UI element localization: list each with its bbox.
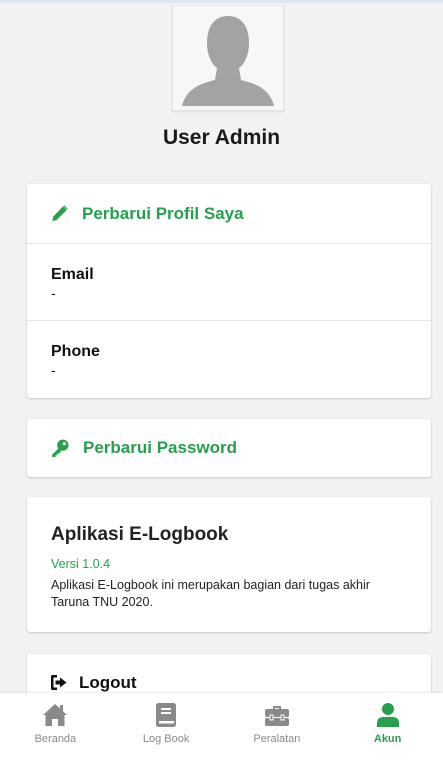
nav-label-peralatan: Peralatan (253, 733, 301, 745)
sign-out-icon (51, 675, 67, 690)
nav-label-beranda: Beranda (34, 733, 77, 745)
bottom-nav: Beranda Log Book Peralatan Akun (0, 693, 443, 761)
nav-label-logbook: Log Book (142, 733, 190, 745)
key-icon (52, 439, 69, 457)
phone-row: Phone - (27, 321, 431, 398)
nav-item-akun[interactable]: Akun (332, 693, 443, 761)
update-password-label: Perbarui Password (83, 438, 238, 457)
email-row: Email - (27, 244, 431, 321)
update-password-button[interactable]: Perbarui Password (27, 419, 431, 477)
nav-item-logbook[interactable]: Log Book (111, 693, 222, 761)
user-icon (376, 703, 399, 727)
nav-label-akun: Akun (373, 733, 402, 745)
phone-label: Phone (51, 343, 100, 360)
email-label: Email (51, 266, 94, 283)
user-name: User Admin (162, 126, 281, 149)
about-card: Aplikasi E-Logbook Versi 1.0.4 Aplikasi … (27, 497, 431, 632)
email-value: - (51, 285, 56, 301)
avatar (172, 5, 284, 111)
nav-item-peralatan[interactable]: Peralatan (222, 693, 333, 761)
update-profile-button[interactable]: Perbarui Profil Saya (27, 184, 431, 244)
book-icon (156, 703, 177, 727)
about-description: Aplikasi E-Logbook ini merupakan bagian … (51, 578, 370, 609)
top-divider (0, 0, 443, 3)
nav-item-beranda[interactable]: Beranda (0, 693, 111, 761)
update-profile-label: Perbarui Profil Saya (82, 203, 244, 223)
home-icon (43, 704, 68, 726)
user-silhouette-icon (178, 10, 278, 106)
about-title: Aplikasi E-Logbook (51, 524, 229, 545)
profile-card: Perbarui Profil Saya Email - Phone - (27, 184, 431, 398)
pencil-icon (52, 205, 68, 221)
app-version: Versi 1.0.4 (51, 557, 111, 571)
phone-value: - (51, 362, 56, 378)
toolbox-icon (264, 706, 289, 726)
logout-label: Logout (79, 673, 137, 692)
